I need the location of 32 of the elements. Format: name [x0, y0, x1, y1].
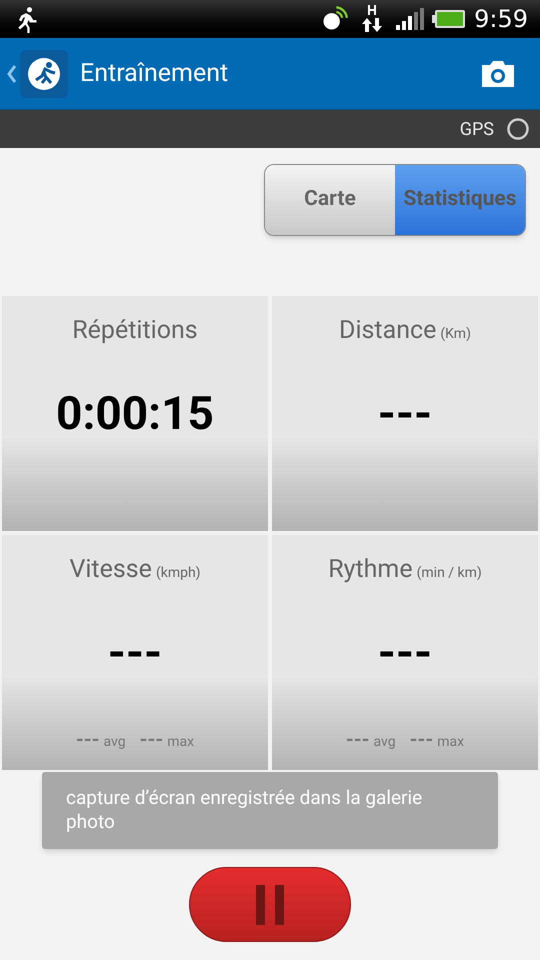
screen-title: Entraînement — [80, 58, 228, 90]
pause-icon — [256, 884, 284, 924]
gps-status-icon — [506, 117, 530, 141]
tile-title: Rythme — [328, 554, 413, 586]
stat-value: --- — [76, 726, 100, 753]
data-transfer-icon — [360, 4, 384, 34]
tile-title: Distance — [339, 315, 436, 347]
app-logo-icon — [20, 50, 68, 98]
tile-unit: (Km) — [440, 325, 471, 344]
stat-value: --- — [346, 726, 370, 753]
status-time: 9:59 — [474, 4, 528, 35]
tile-title: Vitesse — [69, 554, 152, 586]
tile-title: Répétitions — [72, 315, 198, 347]
tile-value: 0:00:15 — [56, 386, 214, 442]
view-tab[interactable]: Carte — [265, 165, 395, 235]
signal-icon — [396, 7, 424, 31]
toast-message: capture d’écran enregistrée dans la galerie photo — [42, 772, 498, 849]
tile-unit: (kmph) — [156, 564, 201, 583]
back-chevron-icon[interactable] — [6, 64, 16, 84]
battery-icon — [432, 9, 466, 29]
stat-label: avg — [104, 733, 126, 752]
stat-label: max — [437, 733, 464, 752]
tile-value: --- — [378, 386, 432, 442]
camera-icon[interactable] — [480, 58, 516, 88]
stat-label: avg — [374, 733, 396, 752]
stat-value: --- — [410, 726, 434, 753]
stat-value: --- — [140, 726, 164, 753]
tile-value: --- — [378, 624, 432, 682]
stat-label: max — [167, 733, 194, 752]
tile-unit: (min / km) — [416, 564, 482, 583]
gps-label: GPS — [460, 118, 494, 142]
tile-value: --- — [108, 624, 162, 682]
